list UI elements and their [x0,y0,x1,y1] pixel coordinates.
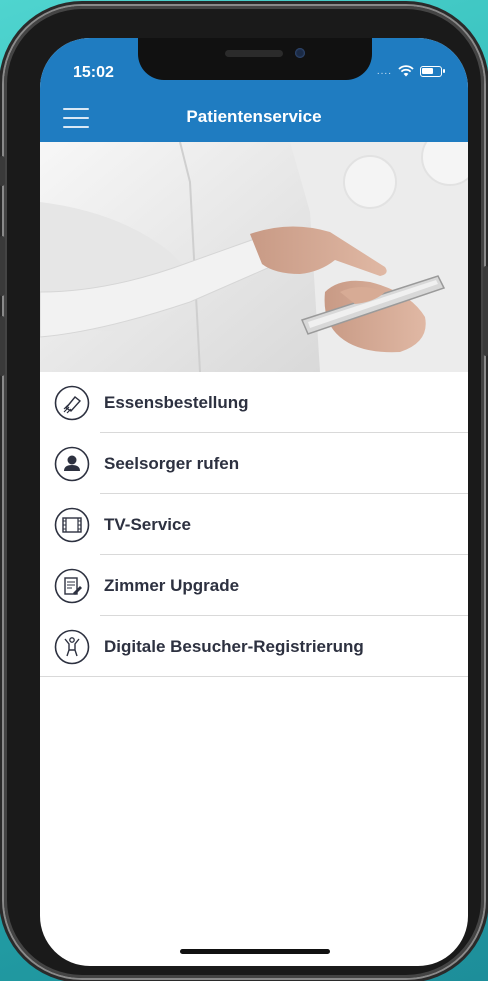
mute-switch [0,156,5,186]
home-indicator[interactable] [180,949,330,954]
menu-item-seelsorger[interactable]: Seelsorger rufen [40,433,468,494]
menu-item-label: Zimmer Upgrade [104,575,240,595]
person-icon [54,446,90,481]
front-camera [295,48,305,58]
visitor-icon [54,629,90,664]
status-time: 15:02 [73,64,114,81]
menu-item-besucher-registrierung[interactable]: Digitale Besucher-Registrierung [40,616,468,677]
food-order-icon [54,385,90,420]
volume-up-button [0,236,5,296]
service-menu: Essensbestellung Seelsorger rufen TV-Ser… [40,372,468,677]
page-title: Patientenservice [186,107,322,126]
wifi-icon [398,65,414,77]
signal-dots: .... [376,65,392,77]
hero-image [40,142,468,372]
menu-item-label: TV-Service [104,514,191,534]
menu-item-label: Essensbestellung [104,392,249,412]
film-tv-icon [54,507,90,542]
hand-holding-smartphone-photo [40,142,468,372]
phone-frame: 15:02 .... Patientenservice Essensbestel… [0,6,488,978]
volume-down-button [0,316,5,376]
menu-item-zimmer-upgrade[interactable]: Zimmer Upgrade [40,555,468,616]
menu-item-tv-service[interactable]: TV-Service [40,494,468,555]
nav-bar: Patientenservice [40,92,468,142]
menu-item-label: Digitale Besucher-Registrierung [104,636,364,656]
menu-item-essensbestellung[interactable]: Essensbestellung [40,372,468,433]
battery-icon [420,65,445,77]
app-screen: 15:02 .... Patientenservice Essensbestel… [40,38,468,966]
status-icons: .... [376,65,445,77]
speaker-grille [225,50,283,57]
power-button [483,266,488,356]
notch [138,38,372,80]
status-bar: 15:02 .... [40,38,468,92]
document-edit-icon [54,568,90,603]
menu-item-label: Seelsorger rufen [104,453,240,473]
